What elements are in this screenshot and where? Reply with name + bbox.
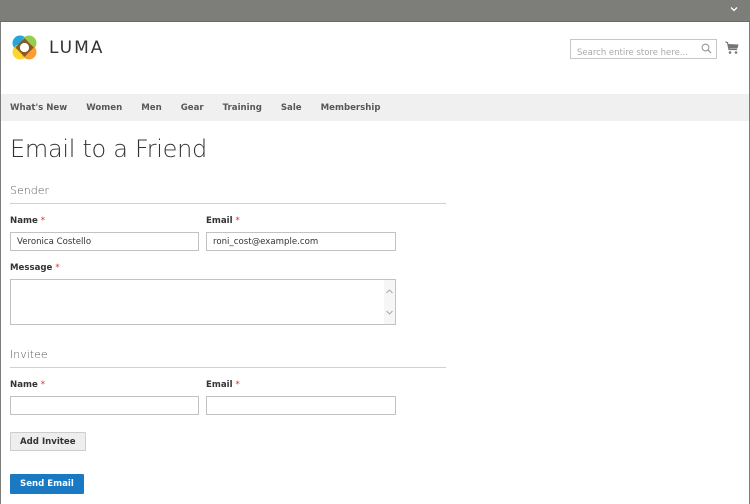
scroll-down-icon[interactable] <box>386 310 393 315</box>
required-mark: * <box>40 380 46 390</box>
store-logo[interactable]: LUMA <box>11 34 104 61</box>
search-box <box>570 39 717 62</box>
sender-divider <box>10 203 446 204</box>
required-mark: * <box>55 263 60 273</box>
required-mark: * <box>235 216 240 226</box>
sender-legend: Sender <box>10 184 49 197</box>
sender-name-label: Name * <box>10 216 46 226</box>
chevron-down-icon[interactable] <box>728 3 740 15</box>
add-invitee-button[interactable]: Add Invitee <box>10 432 86 451</box>
page-header: LUMA <box>1 22 749 94</box>
scroll-up-icon[interactable] <box>386 289 393 294</box>
invitee-divider <box>10 367 446 368</box>
nav-item-training[interactable]: Training <box>223 103 262 113</box>
sender-email-label: Email * <box>206 216 240 226</box>
search-input[interactable] <box>571 44 696 62</box>
invitee-email-input[interactable] <box>206 396 396 415</box>
sender-message-label: Message * <box>10 263 60 273</box>
invitee-email-label: Email * <box>206 380 240 390</box>
invitee-legend: Invitee <box>10 348 48 361</box>
store-brand: LUMA <box>49 37 105 58</box>
send-email-button[interactable]: Send Email <box>10 474 84 494</box>
sender-name-input[interactable] <box>10 232 199 251</box>
required-mark: * <box>235 380 240 390</box>
sender-email-input[interactable] <box>206 232 396 251</box>
sender-message-textarea[interactable] <box>10 279 396 325</box>
top-panel <box>0 0 750 22</box>
luma-logo-icon <box>12 35 37 60</box>
required-mark: * <box>40 216 46 226</box>
search-icon[interactable] <box>701 43 712 54</box>
main-navigation: What's New Women Men Gear Training Sale … <box>1 94 749 121</box>
nav-item-whats-new[interactable]: What's New <box>10 103 67 113</box>
nav-item-sale[interactable]: Sale <box>281 103 302 113</box>
cart-icon[interactable] <box>725 41 739 55</box>
invitee-name-label: Name * <box>10 380 46 390</box>
page-title: Email to a Friend <box>10 135 207 163</box>
nav-item-men[interactable]: Men <box>141 103 162 113</box>
message-scrollbar[interactable] <box>384 280 395 324</box>
nav-item-women[interactable]: Women <box>86 103 122 113</box>
nav-item-membership[interactable]: Membership <box>321 103 381 113</box>
nav-item-gear[interactable]: Gear <box>181 103 204 113</box>
invitee-name-input[interactable] <box>10 396 199 415</box>
